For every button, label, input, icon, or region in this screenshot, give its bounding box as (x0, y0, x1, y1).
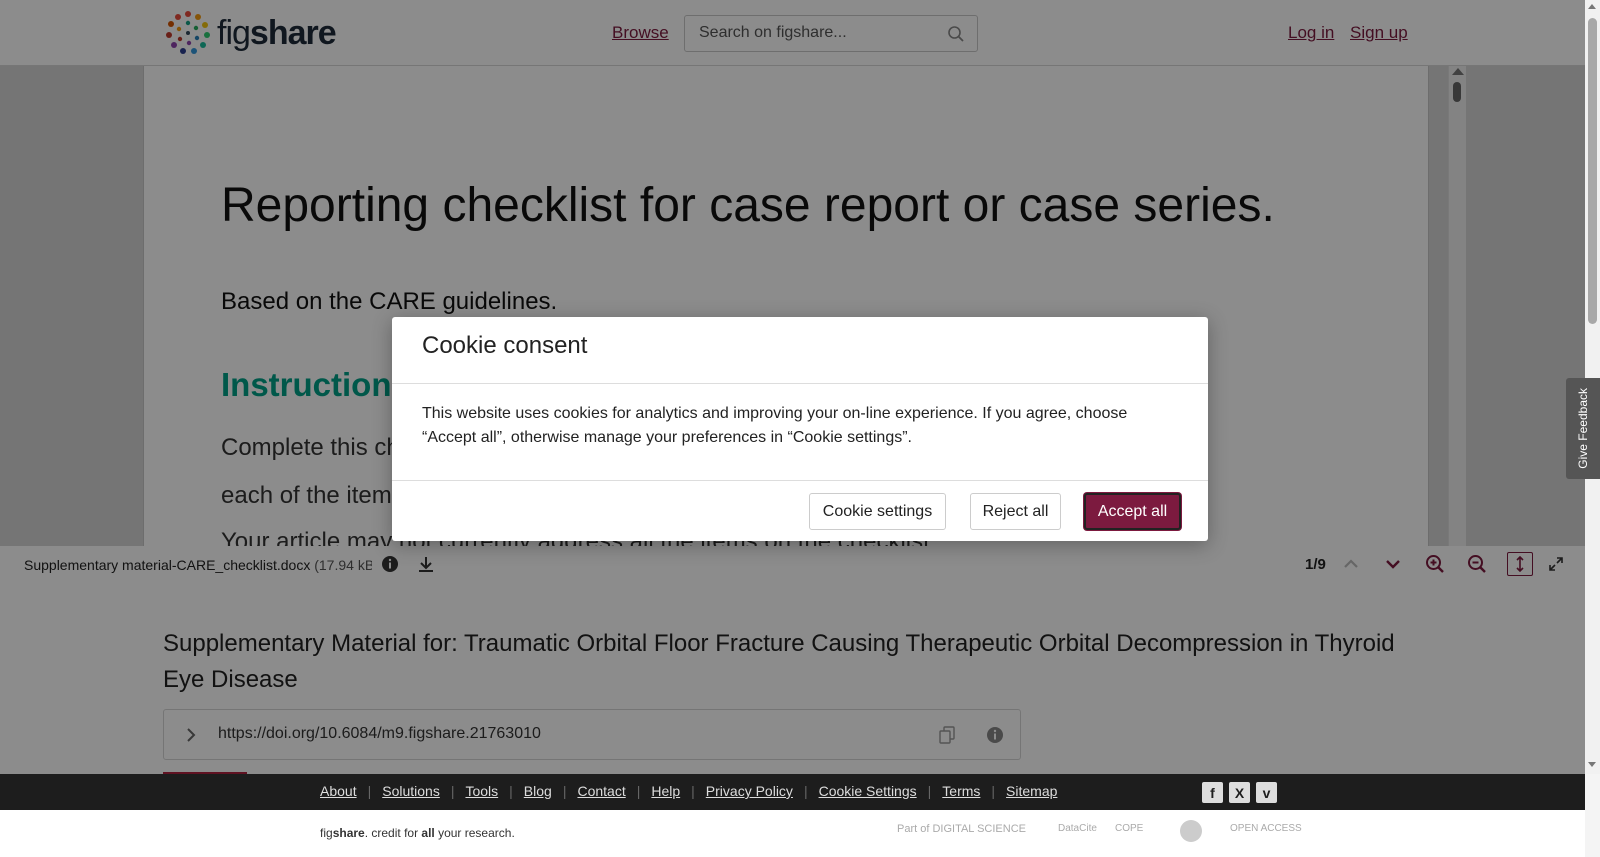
footer-separator: | (691, 783, 695, 799)
footer-link-tools[interactable]: Tools (465, 783, 498, 799)
dialog-title: Cookie consent (422, 332, 588, 359)
credit-mid: . credit for (364, 826, 422, 840)
page-scroll-thumb[interactable] (1588, 18, 1597, 324)
credit-all: all (421, 826, 435, 840)
footer-nav: About | Solutions | Tools | Blog | Contact | … (0, 774, 1585, 810)
footer-link-terms[interactable]: Terms (942, 783, 980, 799)
cope-logo[interactable]: COPE (1115, 823, 1143, 834)
footer-link-privacy[interactable]: Privacy Policy (706, 783, 793, 799)
credit-post: your research. (434, 826, 515, 840)
credit-share: share (332, 826, 365, 840)
footer-separator: | (927, 783, 932, 799)
dialog-divider (392, 480, 1208, 481)
feedback-label: Give Feedback (1576, 388, 1590, 469)
dialog-divider (392, 383, 1208, 384)
footer-credit: figshare. credit for all your research. (320, 826, 515, 840)
footer-link-help[interactable]: Help (651, 783, 680, 799)
footer-link-about[interactable]: About (320, 783, 357, 799)
footer-links: About | Solutions | Tools | Blog | Contact | … (320, 783, 1057, 799)
footer-separator: | (562, 783, 567, 799)
footer-separator: | (636, 783, 641, 799)
footer-link-blog[interactable]: Blog (524, 783, 552, 799)
footer-link-contact[interactable]: Contact (577, 783, 625, 799)
credit-fig: fig (320, 826, 333, 840)
footer-separator: | (991, 783, 996, 799)
digital-science-logo[interactable]: Part of DIGITAL SCIENCE (897, 823, 1026, 835)
accept-all-button[interactable]: Accept all (1084, 493, 1181, 530)
footer-separator: | (450, 783, 455, 799)
x-twitter-icon[interactable]: X (1229, 782, 1250, 803)
footer-bottom: figshare. credit for all your research. … (0, 810, 1585, 857)
open-access-logo[interactable]: OPEN ACCESS (1230, 823, 1302, 834)
give-feedback-tab[interactable]: Give Feedback (1566, 378, 1600, 479)
footer-link-sitemap[interactable]: Sitemap (1006, 783, 1057, 799)
partner-seal-logo[interactable] (1180, 820, 1202, 842)
page-scroll-up-icon[interactable] (1588, 4, 1596, 9)
footer-link-cookie-settings[interactable]: Cookie Settings (819, 783, 917, 799)
page-scroll-down-icon[interactable] (1588, 762, 1596, 767)
reject-all-button[interactable]: Reject all (970, 493, 1061, 530)
footer-link-solutions[interactable]: Solutions (382, 783, 440, 799)
footer-separator: | (367, 783, 372, 799)
cookie-settings-button[interactable]: Cookie settings (809, 493, 946, 530)
footer-separator: | (509, 783, 513, 799)
cookie-consent-dialog: Cookie consent This website uses cookies… (392, 317, 1208, 541)
facebook-icon[interactable]: f (1202, 782, 1223, 803)
datacite-logo[interactable]: DataCite (1058, 823, 1097, 834)
footer-separator: | (803, 783, 808, 799)
dialog-text: This website uses cookies for analytics … (422, 405, 1128, 446)
vimeo-icon[interactable]: v (1256, 782, 1277, 803)
